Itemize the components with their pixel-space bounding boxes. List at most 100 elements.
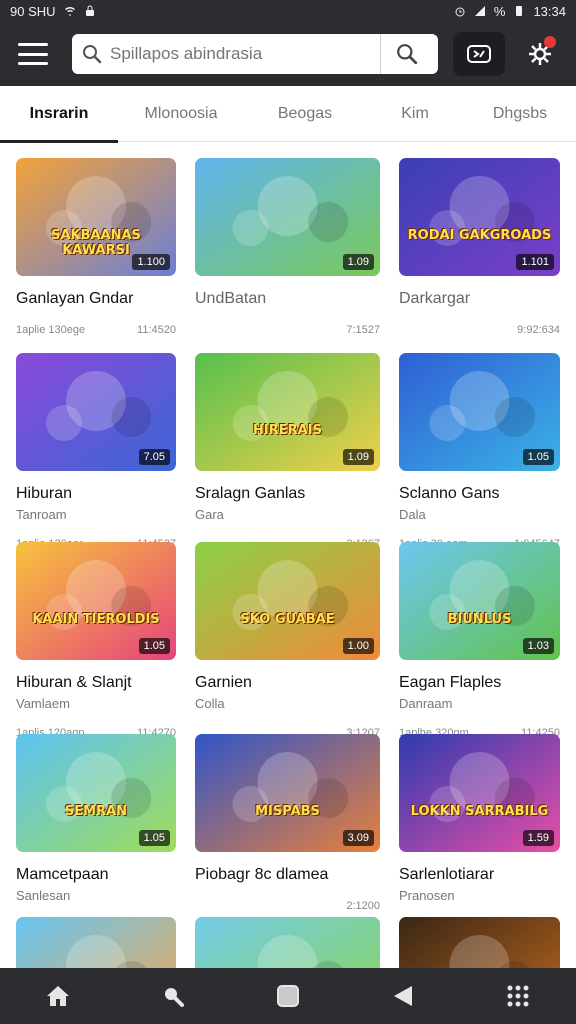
- gamepad-icon: [467, 45, 491, 63]
- tab-label: Dhgsbs: [492, 105, 548, 122]
- upload-info: 1aplie 130ege: [16, 324, 86, 336]
- channel-name[interactable]: Sanlesan: [16, 888, 176, 903]
- top-app-bar: [0, 22, 576, 86]
- gamepad-button[interactable]: [453, 32, 505, 76]
- video-card[interactable]: 1.05Sclanno GansDala1aplis 30.eam1:94564…: [399, 353, 560, 550]
- video-thumbnail[interactable]: BUKS RUBS: [195, 917, 380, 968]
- video-thumbnail[interactable]: 1.05: [399, 353, 560, 471]
- video-title[interactable]: Ganlayan Gndar: [16, 290, 176, 308]
- video-title[interactable]: UndBatan: [195, 290, 380, 308]
- video-card[interactable]: SAKBAANAS KAWARSI 1.100 Ganlayan Gndar 1apl…: [16, 158, 176, 336]
- video-title[interactable]: Sralagn Ganlas: [195, 485, 380, 503]
- thumbnail-title-art: MISPABS: [255, 804, 320, 819]
- video-title[interactable]: Garnien: [195, 674, 380, 692]
- status-time: 13:34: [533, 3, 566, 19]
- tab-beogas[interactable]: Beogas: [250, 86, 360, 142]
- video-card[interactable]: SKO GUABAE 1.00 Garnien Colla 3:1207: [195, 542, 380, 739]
- channel-name[interactable]: Vamlaem: [16, 696, 176, 711]
- video-thumbnail[interactable]: SEMRAN 1.05: [16, 734, 176, 852]
- thumbnail-title-art: KAAIN TIEROLDIS: [32, 612, 160, 627]
- thumbnail-title-art: SKO GUABAE: [240, 612, 335, 627]
- thumbnail-title-art: HIRERAIS: [253, 423, 322, 438]
- video-thumbnail[interactable]: MISPABS 3.09: [195, 734, 380, 852]
- video-card[interactable]: MISPABS 3.09 Piobagr 8c dlamea 2:1200: [195, 734, 380, 912]
- grid-icon: [507, 985, 529, 1007]
- battery-icon: [516, 6, 523, 16]
- tab-label: Insrarin: [29, 105, 89, 122]
- search-nav-button[interactable]: [143, 968, 203, 1024]
- video-card[interactable]: PONAES SHENE: [399, 917, 560, 968]
- video-card[interactable]: RODAI GAKGROADS 1.101 Darkargar 9:92:634: [399, 158, 560, 336]
- video-title[interactable]: Darkargar: [399, 290, 560, 308]
- video-thumbnail[interactable]: SKO GUABAE 1.00: [195, 542, 380, 660]
- video-thumbnail[interactable]: HIRERAIS 1.09: [195, 353, 380, 471]
- category-tabs: Insrarin Mlonoosia Beogas Kim Dhgsbs: [0, 86, 576, 143]
- video-meta: 1aplie 130ege 11:4520: [16, 324, 176, 336]
- search-button[interactable]: [381, 34, 433, 74]
- channel-name[interactable]: Tanroam: [16, 507, 176, 522]
- video-meta: 9:92:634: [399, 324, 560, 336]
- video-thumbnail[interactable]: 7.05: [16, 353, 176, 471]
- square-icon: [276, 985, 299, 1007]
- video-title[interactable]: Hiburan & Slanjt: [16, 674, 176, 692]
- thumbnail-title-art: SEMRAN: [64, 804, 128, 819]
- video-thumbnail[interactable]: 1.09: [195, 158, 380, 276]
- video-title[interactable]: Hiburan: [16, 485, 176, 503]
- search-input[interactable]: [110, 44, 380, 64]
- video-card[interactable]: BIUNLUS 1.03 Eagan Flaples Danraam 1aplhe 32…: [399, 542, 560, 739]
- video-thumbnail[interactable]: BIUNLUS 1.03: [399, 542, 560, 660]
- thumbnail-title-art: LOKKN SARRABILG: [410, 804, 549, 819]
- video-card[interactable]: 1.09 UndBatan 7:1527: [195, 158, 380, 336]
- video-title[interactable]: Piobagr 8c dlamea: [195, 866, 380, 884]
- video-card[interactable]: HIRERAIS1.09Sralagn GanlasGara3:1267: [195, 353, 380, 550]
- lock-icon: [85, 5, 94, 16]
- video-title[interactable]: Sclanno Gans: [399, 485, 560, 503]
- home-icon: [46, 986, 69, 1006]
- video-card[interactable]: [16, 917, 176, 968]
- duration-badge: 1.09: [342, 254, 374, 270]
- video-thumbnail[interactable]: RODAI GAKGROADS 1.101: [399, 158, 560, 276]
- channel-name[interactable]: Colla: [195, 696, 380, 711]
- duration-badge: 7.05: [138, 449, 170, 465]
- video-title[interactable]: Sarlenlotiarar: [399, 866, 560, 884]
- channel-name[interactable]: Dala: [399, 507, 560, 522]
- recents-button[interactable]: [258, 968, 318, 1024]
- video-thumbnail[interactable]: SAKBAANAS KAWARSI 1.100: [16, 158, 176, 276]
- video-thumbnail[interactable]: PONAES SHENE: [399, 917, 560, 968]
- channel-name[interactable]: Gara: [195, 507, 380, 522]
- search-icon: [164, 988, 184, 1007]
- view-info: 11:4520: [137, 324, 176, 336]
- video-title[interactable]: Eagan Flaples: [399, 674, 560, 692]
- tab-insrarin[interactable]: Insrarin: [0, 86, 118, 143]
- search-icon: [397, 44, 418, 65]
- home-button[interactable]: [28, 968, 88, 1024]
- menu-icon[interactable]: [18, 43, 48, 65]
- video-thumbnail[interactable]: LOKKN SARRABILG 1.59: [399, 734, 560, 852]
- back-button[interactable]: [373, 968, 433, 1024]
- video-grid: SAKBAANAS KAWARSI 1.100 Ganlayan Gndar 1apl…: [0, 142, 576, 968]
- tab-kim[interactable]: Kim: [375, 86, 455, 142]
- tab-label: Kim: [401, 105, 429, 122]
- video-card[interactable]: LOKKN SARRABILG 1.59 Sarlenlotiarar Pranose…: [399, 734, 560, 931]
- wifi-icon: [64, 7, 75, 16]
- video-card[interactable]: SEMRAN1.05MamcetpaanSanlesan1aplie 120ie…: [16, 734, 176, 931]
- duration-badge: 1.03: [522, 638, 554, 654]
- video-card[interactable]: 7.05HiburanTanroam1aplie 120eor11:4537: [16, 353, 176, 550]
- apps-button[interactable]: [488, 968, 548, 1024]
- video-card[interactable]: BUKS RUBS: [195, 917, 380, 968]
- video-thumbnail[interactable]: KAAIN TIEROLDIS 1.05: [16, 542, 176, 660]
- tab-dhgsbs[interactable]: Dhgsbs: [472, 86, 568, 142]
- thumbnail-title-art: BIUNLUS: [447, 612, 512, 627]
- video-title[interactable]: Mamcetpaan: [16, 866, 176, 884]
- alarm-icon: [455, 7, 465, 17]
- video-thumbnail[interactable]: [16, 917, 176, 968]
- channel-name[interactable]: Pranosen: [399, 888, 560, 903]
- video-card[interactable]: KAAIN TIEROLDIS 1.05 Hiburan & Slanjt Vamla…: [16, 542, 176, 739]
- tab-label: Mlonoosia: [144, 105, 218, 122]
- duration-badge: 1.00: [342, 638, 374, 654]
- tab-mlonoosia[interactable]: Mlonoosia: [125, 86, 237, 142]
- search-icon: [83, 45, 102, 64]
- settings-button[interactable]: [514, 32, 566, 76]
- duration-badge: 1.05: [522, 449, 554, 465]
- channel-name[interactable]: Danraam: [399, 696, 560, 711]
